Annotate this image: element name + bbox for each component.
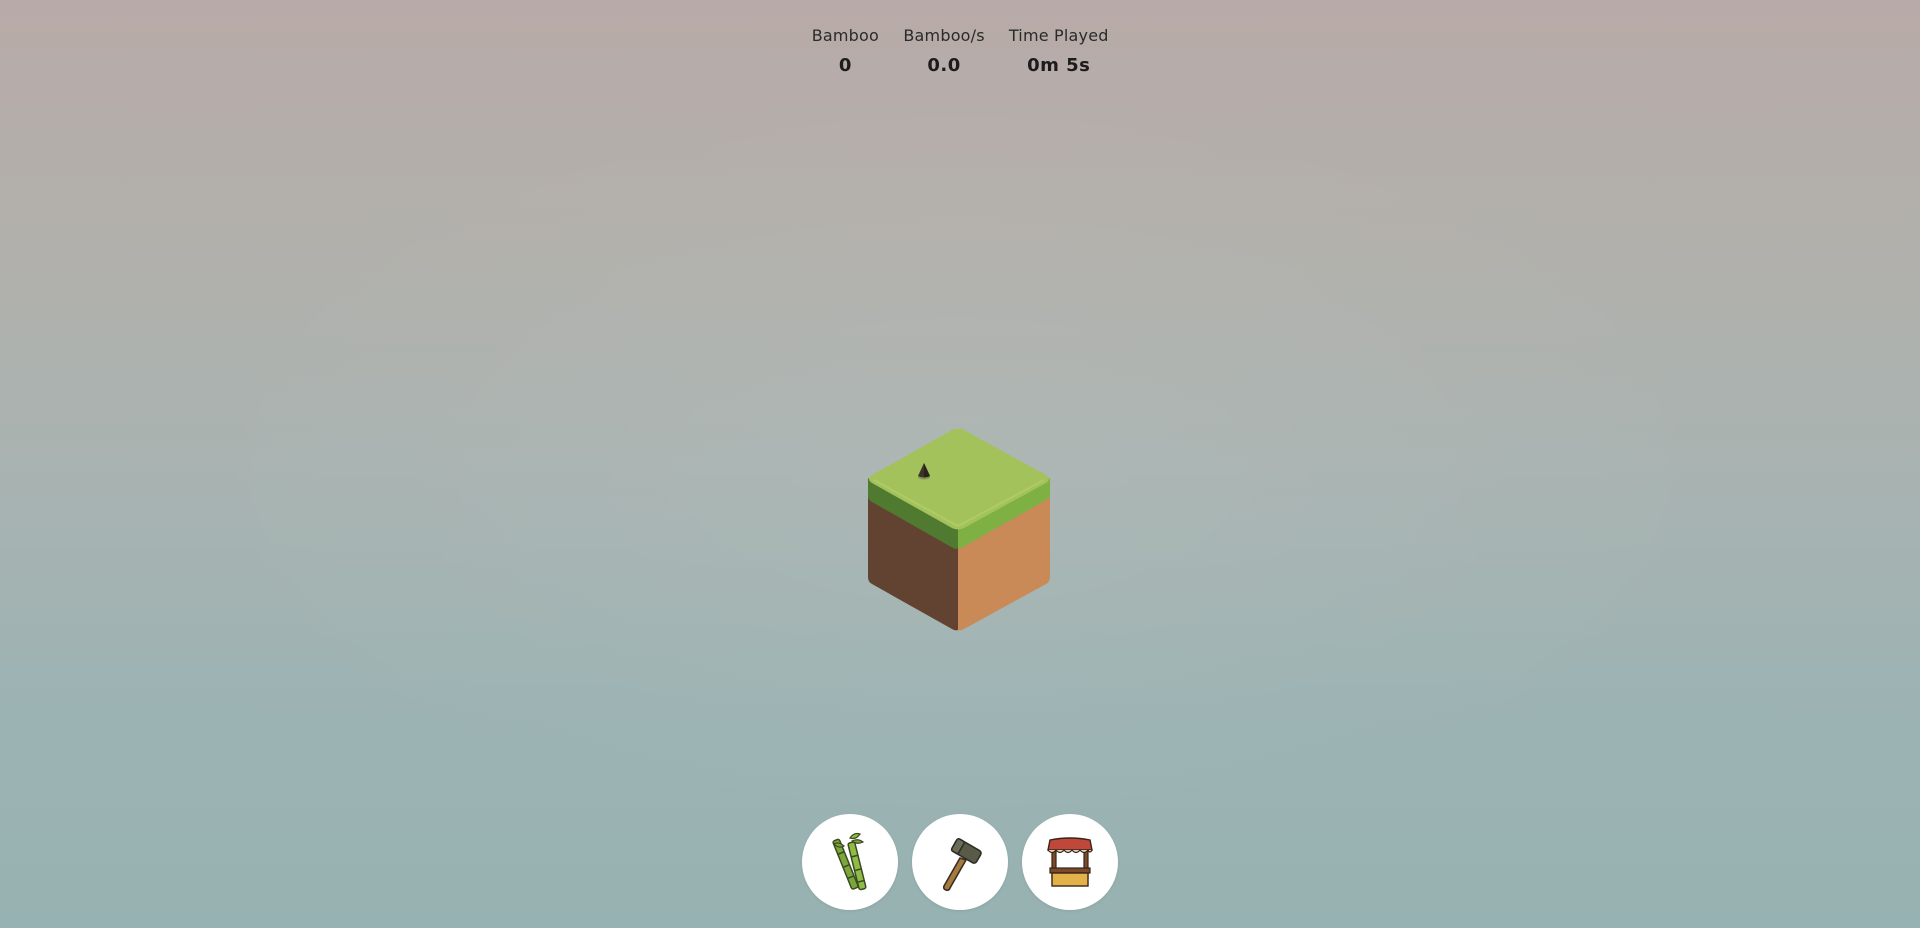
stats-hud: Bamboo 0 Bamboo/s 0.0 Time Played 0m 5s bbox=[0, 26, 1920, 77]
bamboo-rate-value: 0.0 bbox=[927, 55, 961, 76]
bamboo-count: 0 bbox=[838, 55, 852, 76]
bamboo-stat: Bamboo 0 bbox=[811, 26, 879, 77]
bamboo-label: Bamboo bbox=[811, 26, 880, 45]
time-played-value: 0m 5s bbox=[1027, 55, 1091, 76]
bamboo-rate-label: Bamboo/s bbox=[903, 26, 985, 45]
hammer-button[interactable] bbox=[912, 814, 1008, 910]
bamboo-icon bbox=[832, 832, 867, 891]
time-played-stat: Time Played 0m 5s bbox=[1009, 26, 1109, 77]
bamboo-button[interactable] bbox=[802, 814, 898, 910]
time-played-label: Time Played bbox=[1008, 26, 1109, 45]
market-stall-icon bbox=[1047, 837, 1093, 887]
hammer-icon bbox=[942, 838, 982, 892]
game-block[interactable] bbox=[860, 424, 1056, 634]
shop-button[interactable] bbox=[1022, 814, 1118, 910]
action-toolbar bbox=[0, 814, 1920, 910]
bamboo-rate-stat: Bamboo/s 0.0 bbox=[903, 26, 984, 77]
